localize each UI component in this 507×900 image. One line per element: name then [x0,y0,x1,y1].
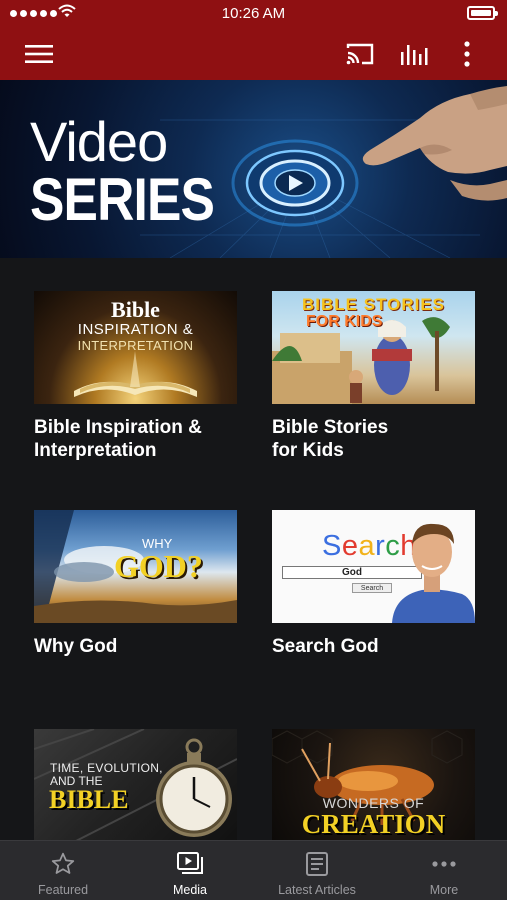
series-title: Search God [272,635,475,658]
article-icon [306,852,328,876]
thumb-subtitle: TIME, EVOLUTION, [50,761,163,775]
hamburger-menu-button[interactable] [20,38,58,70]
overflow-menu-button[interactable] [452,38,482,70]
hamburger-icon [25,45,53,63]
thumb-title: BIBLE [49,785,129,814]
status-bar: 10:26 AM [0,0,507,28]
series-title-line: Why God [34,636,118,657]
app-bar [0,28,507,80]
audio-button[interactable] [396,38,432,70]
tab-label: Latest Articles [278,883,356,897]
series-title-line: Interpretation [34,440,157,461]
tab-label: More [429,883,459,897]
video-library-icon [177,852,203,874]
video-series-banner: Video SERIES [0,80,507,258]
series-card-why-god[interactable]: WHY GOD? Why God [34,510,237,658]
tab-label: Featured [37,883,89,897]
series-title-line: Search God [272,636,379,657]
series-card-bible-stories-kids[interactable]: BIBLE STORIES FOR KIDS Bible Stories for… [272,291,475,462]
series-title: Bible Inspiration & Interpretation [34,416,237,462]
thumb-title: BIBLE STORIES [301,295,446,314]
thumb-subtitle-2: INTERPRETATION [77,338,194,353]
tab-latest-articles[interactable]: Latest Articles [254,841,380,900]
series-title-line: Bible Stories [272,417,389,438]
equalizer-icon [401,45,428,65]
thumb-subtitle: FOR KIDS [306,313,383,330]
banner-title-line1: Video [30,110,168,173]
banner-title-line2: SERIES [30,166,215,233]
presenter-photo [392,523,475,623]
series-thumbnail: BIBLE STORIES FOR KIDS [272,291,475,404]
series-title-line: for Kids [272,440,344,461]
ellipsis-icon [432,861,456,867]
series-title-line: Bible Inspiration & [34,417,202,438]
series-thumbnail: Bible INSPIRATION & INTERPRETATION [34,291,237,404]
series-card-search-god[interactable]: Search God Search Search God [272,510,475,658]
vertical-dots-icon [464,41,470,67]
status-time: 10:26 AM [221,5,286,22]
tab-featured[interactable]: Featured [0,841,126,900]
series-card-wonders-of-creation[interactable]: WONDERS OF CREATION [272,729,475,840]
thumb-title: Bible [111,297,160,322]
series-thumbnail: WONDERS OF CREATION [272,729,475,840]
thumb-title: GOD? [114,548,203,584]
series-card-time-evolution-bible[interactable]: TIME, EVOLUTION, AND THE BIBLE [34,729,237,840]
tab-label: Media [172,883,208,897]
series-thumbnail: TIME, EVOLUTION, AND THE BIBLE [34,729,237,840]
battery-icon [467,6,498,20]
cast-button[interactable] [342,38,378,70]
series-title: Bible Stories for Kids [272,416,475,462]
tab-media[interactable]: Media [127,841,253,900]
series-thumbnail: WHY GOD? [34,510,237,623]
thumb-title: CREATION [301,809,446,839]
cast-icon [346,43,374,65]
video-series-grid: Bible INSPIRATION & INTERPRETATION Bible… [0,258,507,840]
series-title: Why God [34,635,237,658]
series-thumbnail: Search God Search [272,510,475,623]
bottom-tab-bar: Featured Media Latest Articles More [0,840,507,900]
app-header: 10:26 AM [0,0,507,80]
tab-more[interactable]: More [381,841,507,900]
thumb-subtitle: INSPIRATION & [77,321,194,338]
star-icon [51,852,75,874]
series-card-bible-inspiration[interactable]: Bible INSPIRATION & INTERPRETATION Bible… [34,291,237,462]
